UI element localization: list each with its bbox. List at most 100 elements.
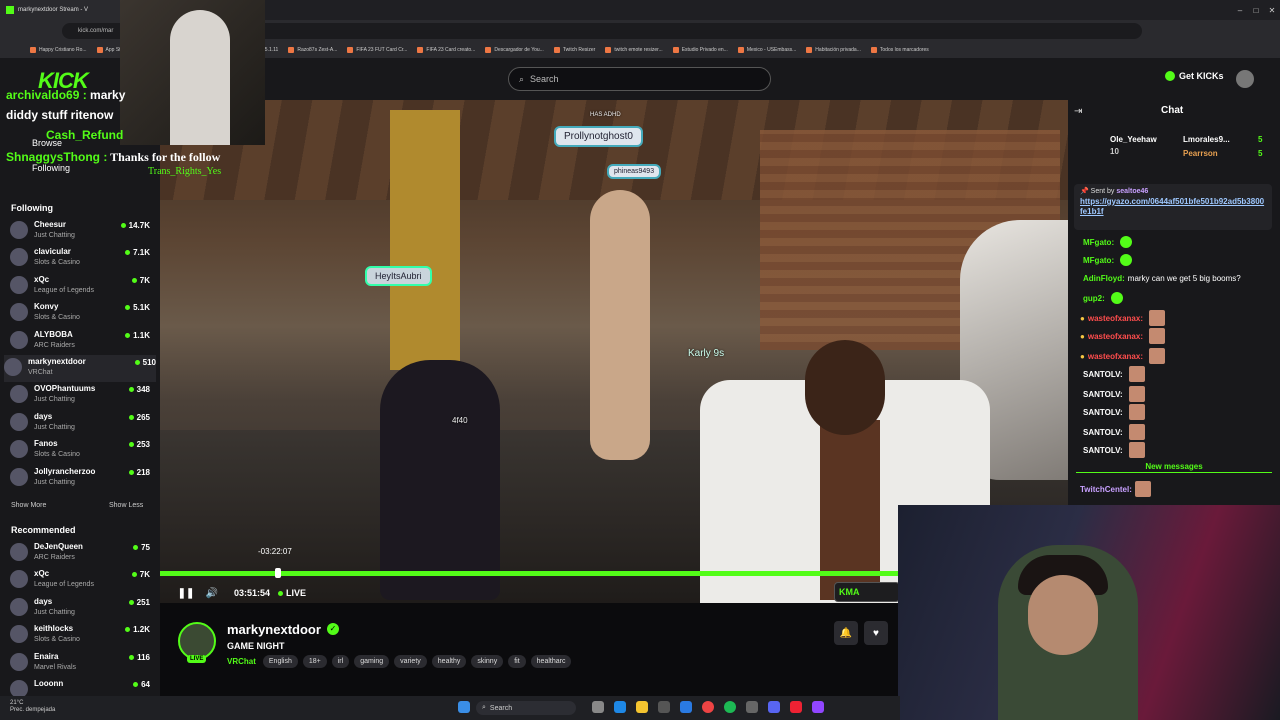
chat-username[interactable]: SANTOLV: (1083, 408, 1123, 417)
chat-username[interactable]: wasteofxanax: (1088, 332, 1143, 341)
live-dot-icon (133, 682, 139, 687)
sidebar-channel-fanos[interactable]: Fanos Slots & Casino 253 (10, 437, 150, 464)
chat-username[interactable]: gup2: (1083, 294, 1105, 303)
sidebar-channel-name: clavicular (34, 247, 71, 257)
sidebar-channel-enaira[interactable]: Enaira Marvel Rivals 116 (10, 650, 150, 677)
chat-username[interactable]: MFgato: (1083, 238, 1114, 247)
windows-start-icon[interactable] (458, 701, 470, 713)
collapse-chat-icon[interactable]: ⇥ (1074, 106, 1082, 117)
taskbar-search[interactable]: ⌕ Search (476, 701, 576, 715)
chat-username[interactable]: TwitchCentel: (1080, 485, 1132, 494)
file-explorer-icon[interactable] (636, 701, 648, 713)
stream-tag[interactable]: healthy (431, 655, 467, 668)
chat-message: ● wasteofxanax: (1080, 348, 1165, 364)
stream-tag[interactable]: 18+ (302, 655, 327, 668)
bookmark-item[interactable]: Descargador de You... (485, 47, 544, 53)
task-view-icon[interactable] (592, 701, 604, 713)
chat-username[interactable]: SANTOLV: (1083, 446, 1123, 455)
stream-tag[interactable]: fit (508, 655, 526, 668)
sidebar-channel-cheesur[interactable]: Cheesur Just Chatting 14.7K (10, 218, 150, 245)
viewer-count: 7.1K (125, 248, 150, 257)
show-less-link[interactable]: Show Less (109, 502, 143, 509)
chat-message: SANTOLV: (1080, 404, 1145, 420)
viewer-count-label: 1.2K (133, 625, 150, 635)
minimize-icon[interactable]: – (1232, 0, 1248, 20)
chat-username[interactable]: SANTOLV: (1083, 370, 1123, 379)
live-dot-icon (128, 599, 134, 605)
maximize-icon[interactable]: □ (1248, 0, 1264, 20)
sidebar-channel-alyboba[interactable]: ALYBOBA ARC Raiders 1.1K (10, 328, 150, 355)
volume-icon[interactable]: 🔊 (202, 588, 222, 599)
live-dot-icon (120, 223, 126, 228)
music-icon[interactable] (790, 701, 802, 713)
bookmark-item[interactable]: Happy Cristiano Ro... (30, 47, 87, 53)
progress-handle[interactable] (275, 568, 281, 578)
chat-username[interactable]: AdinFloyd: (1083, 274, 1125, 283)
discord-icon[interactable] (768, 701, 780, 713)
browser-tab-active[interactable]: markynextdoor Stream - V (0, 0, 120, 20)
bookmark-item[interactable]: Razo87s Zest-A... (288, 47, 337, 53)
bookmark-item[interactable]: FIFA 23 Card creato... (417, 47, 475, 53)
sidebar-channel-xqc[interactable]: xQc League of Legends 7K (10, 273, 150, 300)
stream-tag[interactable]: gaming (354, 655, 390, 668)
pinned-user[interactable]: sealtoe46 (1116, 188, 1148, 195)
search-input[interactable]: ⌕ Search (508, 67, 771, 91)
stream-tag[interactable]: English (262, 655, 298, 668)
chat-username[interactable]: wasteofxanax: (1088, 314, 1143, 323)
bookmark-item[interactable]: Habitación privada... (806, 47, 861, 53)
sidebar-channel-dejenqueen[interactable]: DeJenQueen ARC Raiders 75 (10, 540, 150, 567)
stream-tag[interactable]: variety (394, 655, 427, 668)
webcam-left (120, 0, 265, 145)
pause-icon[interactable]: ❚❚ (176, 588, 196, 599)
sidebar-channel-konvy[interactable]: Konvy Slots & Casino 5.1K (10, 300, 150, 327)
user-avatar[interactable] (1236, 70, 1254, 88)
app-icon[interactable] (746, 701, 758, 713)
new-messages-divider[interactable]: New messages (1076, 462, 1272, 473)
sidebar-channel-ovophantuums[interactable]: OVOPhantuums Just Chatting 348 (10, 382, 150, 409)
bookmark-label: FIFA 23 Card creato... (426, 47, 476, 53)
notification-bell-icon[interactable]: 🔔 (834, 621, 858, 645)
bookmark-item[interactable]: twitch emote resizer... (605, 47, 663, 53)
show-more-link[interactable]: Show More (11, 502, 46, 509)
bookmark-item[interactable]: Estudio Privado en... (672, 47, 728, 53)
stream-tag[interactable]: skinny (471, 655, 504, 668)
sidebar-channel-markynextdoor[interactable]: markynextdoor VRChat 510 (4, 355, 156, 382)
chat-username[interactable]: wasteofxanax: (1088, 352, 1143, 361)
stream-tag[interactable]: irl (331, 655, 350, 668)
sidebar-channel-category: Just Chatting (34, 478, 75, 486)
chat-username[interactable]: SANTOLV: (1083, 390, 1123, 399)
sidebar-channel-clavicular[interactable]: clavicular Slots & Casino 7.1K (10, 245, 150, 272)
channel-name[interactable]: markynextdoor (227, 622, 321, 637)
tag-above: HAS ADHD (590, 112, 621, 118)
sidebar-channel-xqc[interactable]: xQc League of Legends 7K (10, 567, 150, 594)
sidebar-channel-days[interactable]: days Just Chatting 251 (10, 595, 150, 622)
twitch-icon[interactable] (812, 701, 824, 713)
sidebar-channel-jollyrancherzoo[interactable]: Jollyrancherzoo Just Chatting 218 (10, 465, 150, 492)
category-link[interactable]: VRChat (227, 657, 256, 666)
stream-tag[interactable]: healtharc (530, 655, 572, 668)
bookmark-item[interactable]: Twitch Resizer (553, 47, 595, 53)
edge-icon[interactable] (614, 701, 626, 713)
chat-username[interactable]: MFgato: (1083, 256, 1114, 265)
sidebar-channel-days[interactable]: days Just Chatting 265 (10, 410, 150, 437)
spotify-icon[interactable] (724, 701, 736, 713)
get-kicks-button[interactable]: Get KICKs (1165, 71, 1224, 81)
sidebar-channel-category: League of Legends (34, 286, 94, 294)
weather-widget[interactable]: 21°C Prec. dempejada (10, 700, 55, 714)
follow-heart-icon[interactable]: ♥ (864, 621, 888, 645)
live-dot-icon (278, 590, 284, 596)
bookmark-item[interactable]: FIFA 23 FUT Card Cr... (347, 47, 407, 53)
bookmark-item[interactable]: Todos los marcadores (870, 47, 929, 53)
chrome-icon[interactable] (702, 701, 714, 713)
channel-avatar (10, 412, 28, 431)
chat-message: SANTOLV: (1080, 386, 1145, 402)
mail-icon[interactable] (680, 701, 692, 713)
emote-icon (1110, 292, 1123, 304)
sidebar-channel-keithlocks[interactable]: keithlocks Slots & Casino 1.2K (10, 622, 150, 649)
pinned-link[interactable]: https://gyazo.com/0644af501bfe501b92ad5b… (1080, 197, 1266, 217)
chat-username[interactable]: SANTOLV: (1083, 428, 1123, 437)
bookmark-item[interactable]: Mexico - USEmbass... (737, 47, 796, 53)
store-icon[interactable] (658, 701, 670, 713)
progress-bar[interactable] (160, 571, 900, 576)
close-icon[interactable]: ✕ (1264, 0, 1280, 20)
